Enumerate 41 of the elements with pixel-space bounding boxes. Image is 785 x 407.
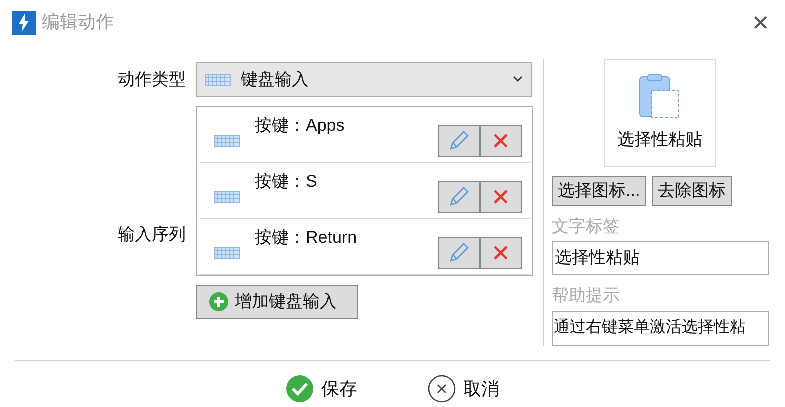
- field-label: 动作类型: [117, 68, 187, 91]
- pencil-icon: [448, 130, 470, 152]
- edit-button[interactable]: [438, 236, 480, 268]
- keyboard-icon: [214, 190, 240, 202]
- delete-button[interactable]: [480, 124, 522, 156]
- icon-preview-tile[interactable]: 选择性粘贴: [604, 59, 716, 167]
- help-tip-field[interactable]: 通过右键菜单激活选择性粘: [552, 310, 769, 346]
- edit-button[interactable]: [438, 180, 480, 212]
- close-icon: [493, 244, 509, 260]
- close-circle-icon: [428, 375, 456, 403]
- keyboard-icon: [214, 246, 240, 258]
- save-button[interactable]: 保存: [286, 375, 358, 403]
- field-label: 文字标签: [552, 216, 621, 238]
- lightning-icon: [12, 10, 36, 34]
- keyboard-icon: [214, 134, 240, 146]
- caret-icon: [513, 76, 523, 83]
- add-keyboard-input-button[interactable]: 增加键盘输入: [196, 285, 358, 319]
- plus-circle-icon: [209, 292, 229, 312]
- icon-button[interactable]: 去除图标: [652, 176, 732, 206]
- cancel-button[interactable]: 取消: [428, 375, 500, 403]
- close-icon: [493, 188, 509, 204]
- window-title: 编辑动作: [42, 11, 114, 34]
- key-entry-text: 按键：Return: [255, 227, 358, 249]
- delete-button[interactable]: [480, 180, 522, 212]
- close-button[interactable]: ×: [752, 8, 769, 36]
- text-label-field[interactable]: 选择性粘贴: [552, 241, 769, 276]
- clipboard-icon: [638, 73, 682, 122]
- field-label: 帮助提示: [552, 285, 621, 308]
- key-entry-text: 按键：Apps: [255, 115, 345, 137]
- key-entry-text: 按键：S: [255, 171, 318, 193]
- icon-button[interactable]: 选择图标...: [552, 176, 646, 206]
- keyboard-icon: [205, 74, 231, 86]
- pencil-icon: [448, 186, 470, 208]
- action-type-dropdown[interactable]: 键盘输入: [196, 62, 532, 97]
- pencil-icon: [448, 242, 470, 264]
- close-icon: [493, 132, 509, 148]
- icon-caption: 选择性粘贴: [618, 129, 702, 152]
- delete-button[interactable]: [480, 236, 522, 268]
- edit-button[interactable]: [438, 124, 480, 156]
- field-label: 输入序列: [117, 224, 187, 246]
- check-circle-icon: [286, 375, 314, 403]
